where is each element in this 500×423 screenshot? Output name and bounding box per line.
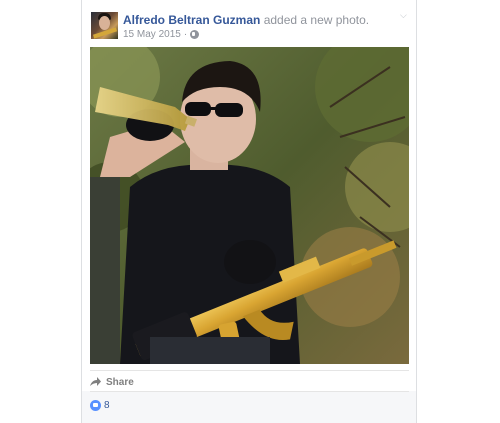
share-button[interactable]: Share [90,374,134,390]
post-meta: 15 May 2015 · [123,29,200,40]
post-date[interactable]: 15 May 2015 [123,29,181,40]
post-action-text: added a new photo. [263,13,370,27]
post-photo[interactable] [90,47,409,364]
author-name-link[interactable]: Alfredo Beltran Guzman [123,13,260,27]
globe-icon[interactable] [190,30,200,39]
post-header: Alfredo Beltran Guzman added a new photo… [123,13,369,27]
reactions-bar [82,391,416,423]
share-label: Share [106,376,134,388]
author-avatar[interactable] [91,12,118,39]
like-count-value: 8 [104,400,110,411]
photo-divider [90,370,409,371]
post-card: Alfredo Beltran Guzman added a new photo… [81,0,417,423]
like-count[interactable]: 8 [90,400,110,411]
page: Alfredo Beltran Guzman added a new photo… [0,0,500,423]
avatar-face [99,16,110,30]
like-thumb-icon [90,400,101,411]
reactions-divider [90,391,409,392]
chevron-down-icon[interactable]: ⌵ [400,11,408,20]
share-arrow-icon [90,377,101,387]
meta-separator: · [183,29,188,40]
